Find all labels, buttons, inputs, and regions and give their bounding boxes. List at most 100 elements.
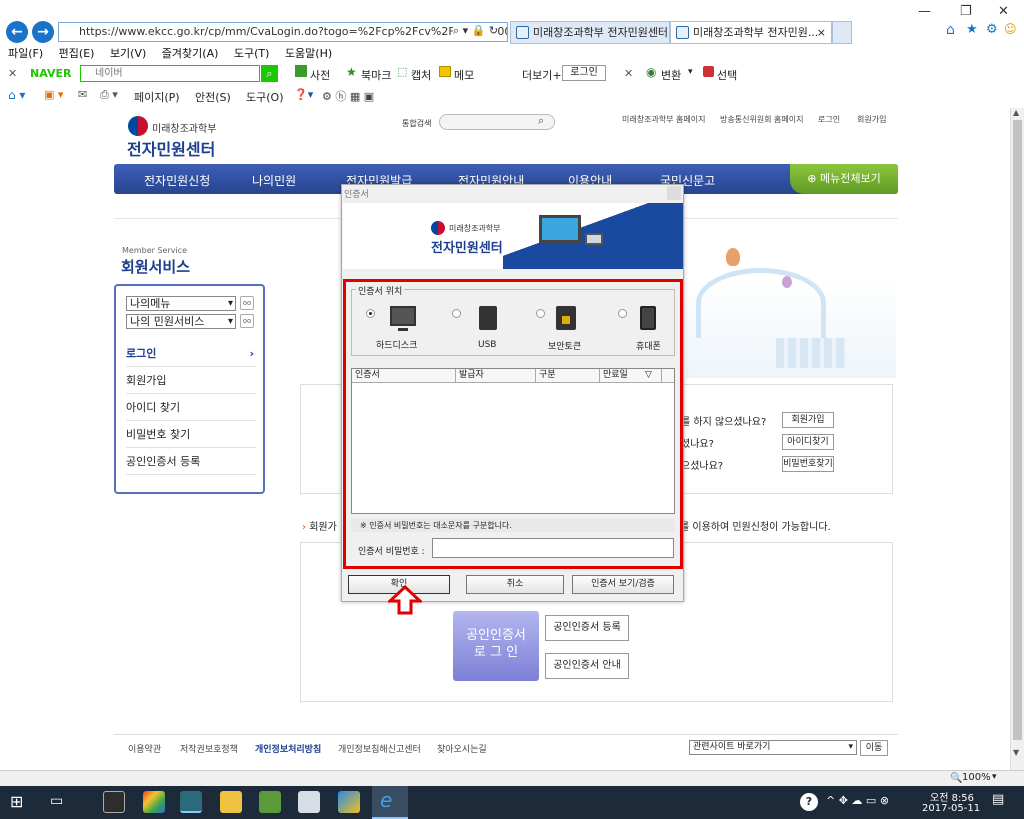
join-button[interactable]: 회원가입 xyxy=(782,412,834,428)
scroll-up-icon[interactable]: ▲ xyxy=(1013,108,1019,117)
app-icon[interactable] xyxy=(259,791,281,813)
side-item-find-pw[interactable]: 비밀번호 찾기 xyxy=(126,421,256,448)
side-item-cert-register[interactable]: 공인인증서 등록 xyxy=(126,448,256,475)
app-icon[interactable] xyxy=(298,791,320,813)
footer-privacy[interactable]: 개인정보처리방침 xyxy=(255,742,321,755)
feed-icon[interactable]: ▣ ▾ xyxy=(44,88,63,101)
scroll-down-icon[interactable]: ▼ xyxy=(1013,748,1019,757)
help-tray-icon[interactable]: ? xyxy=(800,793,818,811)
cert-register-button[interactable]: 공인인증서 등록 xyxy=(545,615,629,641)
menu-all-button[interactable]: ⊕ 메뉴전체보기 xyxy=(790,164,898,194)
my-menu-select[interactable]: 나의메뉴 xyxy=(126,296,236,311)
tab-close-icon[interactable]: × xyxy=(817,22,826,43)
scroll-thumb[interactable] xyxy=(1013,120,1022,740)
sort-icon[interactable]: ▽ xyxy=(642,369,662,383)
tools-menu[interactable]: 도구(O) xyxy=(246,89,283,105)
new-tab-button[interactable] xyxy=(832,21,852,44)
col-cert[interactable]: 인증서 xyxy=(352,369,456,383)
radio-phone[interactable] xyxy=(618,309,627,318)
side-item-join[interactable]: 회원가입 xyxy=(126,367,256,394)
menu-tools[interactable]: 도구(T) xyxy=(234,47,270,60)
device-phone[interactable]: 휴대폰 xyxy=(616,306,696,352)
certificate-table[interactable]: 인증서 발급자 구분 만료일 ▽ xyxy=(351,368,675,514)
zoom-level[interactable]: 100% xyxy=(962,772,991,783)
restore-icon[interactable]: ❐ xyxy=(960,4,972,19)
notification-icon[interactable]: ▤ xyxy=(992,792,1004,807)
addon-icons[interactable]: ⚙ ⓗ ▦ ▣ xyxy=(322,88,374,104)
capture-link[interactable]: 캡처 xyxy=(411,67,431,83)
nav-apply[interactable]: 전자민원신청 xyxy=(144,172,210,189)
store-icon[interactable] xyxy=(103,791,125,813)
app-icon[interactable] xyxy=(338,791,360,813)
footer-copyright[interactable]: 저작권보호정책 xyxy=(180,742,238,755)
col-type[interactable]: 구분 xyxy=(536,369,600,383)
page-menu[interactable]: 페이지(P) xyxy=(134,89,180,105)
nav-my[interactable]: 나의민원 xyxy=(252,172,296,189)
side-item-find-id[interactable]: 아이디 찾기 xyxy=(126,394,256,421)
help-icon[interactable]: ❓▾ xyxy=(294,88,313,101)
windows-start-icon[interactable]: ⊞ xyxy=(10,792,23,811)
col-issuer[interactable]: 발급자 xyxy=(456,369,536,383)
naver-search-input[interactable] xyxy=(80,65,260,82)
naver-search-icon[interactable]: ⌕ xyxy=(261,65,278,82)
close-window-icon[interactable]: ✕ xyxy=(998,4,1009,19)
safety-menu[interactable]: 안전(S) xyxy=(195,89,231,105)
address-tools-icon[interactable]: ⌕ ▾ 🔒 ↻ xyxy=(453,24,499,38)
toolbar2-close-icon[interactable]: ✕ xyxy=(624,67,633,80)
app-icon[interactable] xyxy=(143,791,165,813)
site-logo[interactable]: 전자민원센터 xyxy=(127,136,215,160)
back-button[interactable]: ← xyxy=(6,21,28,43)
app-active-icon[interactable] xyxy=(180,791,202,813)
cancel-button[interactable]: 취소 xyxy=(466,575,564,594)
home-cmd-icon[interactable]: ⌂ ▾ xyxy=(8,88,25,102)
toolbar-close-icon[interactable]: ✕ xyxy=(8,67,17,80)
address-bar[interactable]: https://www.ekcc.go.kr/cp/mm/CvaLogin.do… xyxy=(58,22,508,42)
side-item-login[interactable]: 로그인 › xyxy=(126,340,256,367)
go-button[interactable]: oo xyxy=(240,314,254,328)
dialog-close-area[interactable] xyxy=(667,186,681,200)
footer-report[interactable]: 개인정보침해신고센터 xyxy=(338,742,421,755)
device-harddisk[interactable]: 하드디스크 xyxy=(364,306,444,351)
radio-usb[interactable] xyxy=(452,309,461,318)
my-service-select[interactable]: 나의 민원서비스 xyxy=(126,314,236,329)
vertical-scrollbar[interactable]: ▲ ▼ xyxy=(1010,108,1024,770)
zoom-icon[interactable]: 🔍 xyxy=(950,773,962,784)
file-explorer-icon[interactable] xyxy=(220,791,242,813)
view-cert-button[interactable]: 인증서 보기/검증 xyxy=(572,575,674,594)
settings-gear-icon[interactable]: ⚙ xyxy=(986,22,998,37)
menu-file[interactable]: 파일(F) xyxy=(8,47,43,60)
top-link-join[interactable]: 회원가입 xyxy=(857,114,886,125)
top-link-login[interactable]: 로그인 xyxy=(818,114,840,125)
go-related-button[interactable]: 이동 xyxy=(860,740,888,756)
menu-help[interactable]: 도움말(H) xyxy=(285,47,332,60)
cert-password-input[interactable] xyxy=(432,538,674,558)
forward-button[interactable]: → xyxy=(32,21,54,43)
menu-favorites[interactable]: 즐겨찾기(A) xyxy=(162,47,219,60)
menu-view[interactable]: 보기(V) xyxy=(110,47,146,60)
minimize-icon[interactable]: — xyxy=(918,4,931,19)
site-search-icon[interactable]: ⌕ xyxy=(538,114,544,128)
top-link-kcc[interactable]: 방송통신위원회 홈페이지 xyxy=(720,114,804,125)
memo-link[interactable]: 메모 xyxy=(454,67,474,83)
zoom-dropdown-icon[interactable]: ▾ xyxy=(992,772,997,782)
clock-date[interactable]: 2017-05-11 xyxy=(922,803,980,814)
bookmark-link[interactable]: 북마크 xyxy=(361,67,391,83)
ie-task-button[interactable]: e xyxy=(372,786,408,819)
task-view-icon[interactable]: ▭ xyxy=(50,793,63,809)
clock-time[interactable]: 오전 8:56 xyxy=(930,789,974,804)
select-link[interactable]: 선택 xyxy=(717,67,737,83)
print-icon[interactable]: ⎙ ▾ xyxy=(100,88,118,102)
menu-edit[interactable]: 편집(E) xyxy=(59,47,95,60)
footer-terms[interactable]: 이용약관 xyxy=(128,742,161,755)
convert-link[interactable]: 변환 xyxy=(661,67,681,83)
find-id-button[interactable]: 아이디찾기 xyxy=(782,434,834,450)
cert-login-button[interactable]: 공인인증서 로 그 인 xyxy=(453,611,539,681)
radio-token[interactable] xyxy=(536,309,545,318)
smiley-icon[interactable]: ☺ xyxy=(1004,22,1017,36)
favorites-star-icon[interactable]: ★ xyxy=(966,22,978,37)
naver-login-button[interactable]: 로그인 xyxy=(562,65,606,81)
go-button[interactable]: oo xyxy=(240,296,254,310)
tab-2[interactable]: 미래창조과학부 전자민원... × xyxy=(670,21,832,44)
home-icon[interactable]: ⌂ xyxy=(946,22,955,38)
device-usb[interactable]: USB xyxy=(450,306,530,351)
